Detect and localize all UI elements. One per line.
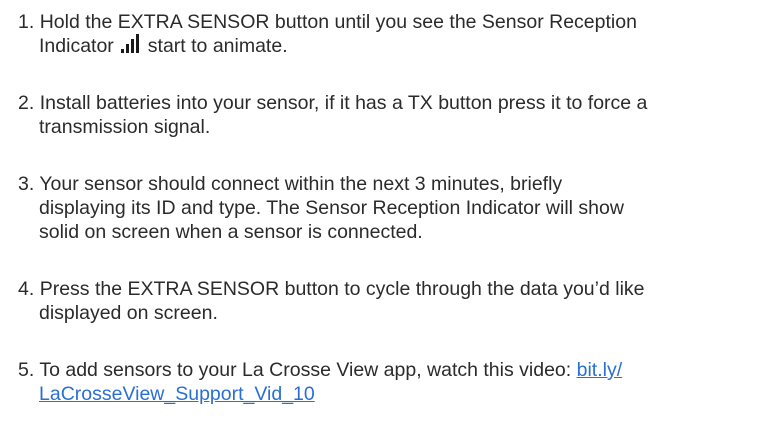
step-1: 1. Hold the EXTRA SENSOR button until yo… [18, 10, 756, 58]
step-text: displaying its ID and type. The Sensor R… [39, 197, 624, 219]
signal-bars-icon [120, 34, 139, 53]
step-text: solid on screen when a sensor is connect… [39, 221, 423, 243]
step-number: 1. [18, 11, 35, 33]
video-link[interactable]: bit.ly/ [577, 359, 623, 381]
step-2: 2. Install batteries into your sensor, i… [18, 91, 756, 139]
video-link[interactable]: LaCrosseView_Support_Vid_10 [39, 383, 315, 405]
step-text: transmission signal. [39, 116, 211, 138]
step-text: Your sensor should connect within the ne… [39, 173, 563, 195]
step-3: 3. Your sensor should connect within the… [18, 172, 756, 244]
step-text: Press the EXTRA SENSOR button to cycle t… [39, 278, 645, 300]
step-5: 5. To add sensors to your La Crosse View… [18, 358, 756, 406]
step-number: 4. [18, 278, 35, 300]
step-text: Install batteries into your sensor, if i… [39, 92, 648, 114]
step-text: displayed on screen. [39, 302, 218, 324]
step-text: Indicator [39, 35, 114, 57]
step-number: 2. [18, 92, 35, 114]
step-4: 4. Press the EXTRA SENSOR button to cycl… [18, 277, 756, 325]
step-number: 5. [18, 359, 35, 381]
setup-instructions: 1. Hold the EXTRA SENSOR button until yo… [18, 10, 756, 406]
step-text: start to animate. [147, 35, 288, 57]
step-text: To add sensors to your La Crosse View ap… [39, 359, 572, 381]
step-number: 3. [18, 173, 35, 195]
step-text: Hold the EXTRA SENSOR button until you s… [39, 11, 637, 33]
